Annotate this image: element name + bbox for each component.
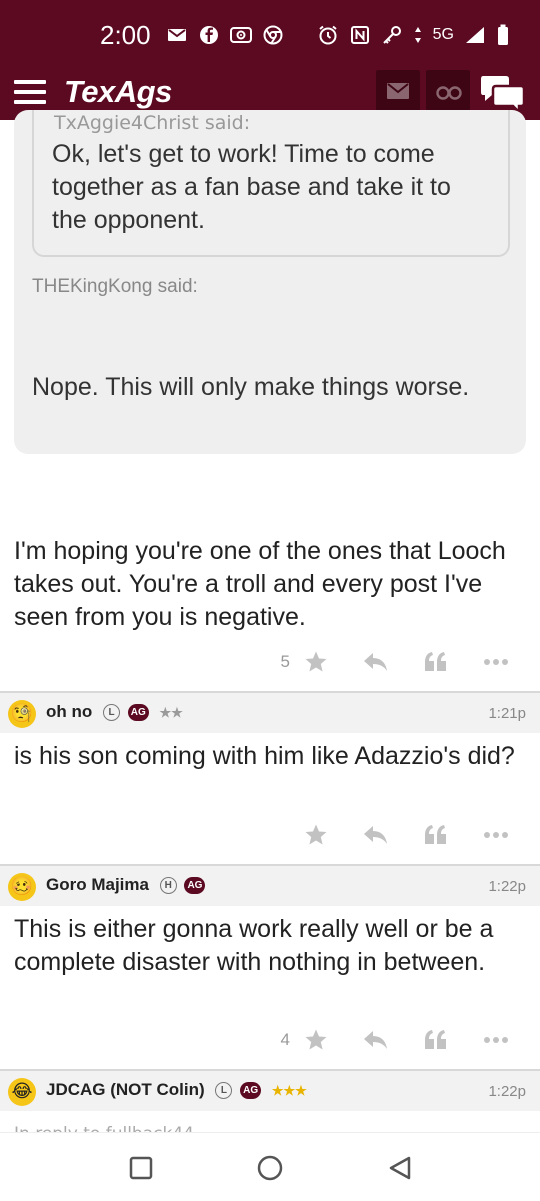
- chat-icon: [481, 76, 526, 116]
- nested-quote-author: TxAggie4Christ said:: [54, 112, 251, 134]
- more-icon[interactable]: [476, 1025, 516, 1055]
- badge-ag: AG: [184, 877, 206, 895]
- reply-icon[interactable]: [356, 1025, 396, 1055]
- username[interactable]: JDCAG (NOT Colin) L AG ★★★: [46, 1080, 307, 1100]
- post-body: is his son coming with him like Adazzio'…: [14, 742, 515, 770]
- post-actions: 5: [281, 647, 516, 677]
- post-header: 😂 JDCAG (NOT Colin) L AG ★★★ 1:22p: [0, 1069, 540, 1111]
- badge-ag: AG: [240, 1082, 262, 1100]
- binoculars-icon: [436, 86, 462, 100]
- post-header: 🧐 oh no L AG ★★ 1:21p: [0, 691, 540, 733]
- avatar[interactable]: 🧐: [8, 700, 36, 728]
- nested-quote-text: Ok, let's get to work! Time to come toge…: [52, 140, 451, 234]
- battery-icon: [496, 24, 510, 46]
- status-time: 2:00: [100, 20, 151, 50]
- watch-button[interactable]: [426, 70, 470, 114]
- quote-icon[interactable]: [416, 1025, 456, 1055]
- post-actions: [290, 820, 516, 850]
- radio-icon: [230, 24, 252, 46]
- chat-button[interactable]: [480, 72, 526, 116]
- badge-letter: H: [159, 877, 177, 895]
- post-header: 🥴 Goro Majima H AG 1:22p: [0, 864, 540, 906]
- home-circle-icon[interactable]: [253, 1151, 287, 1185]
- star-icon[interactable]: [296, 820, 336, 850]
- like-count: 5: [280, 652, 290, 671]
- post-actions: 4: [281, 1025, 516, 1055]
- quote-icon[interactable]: [416, 820, 456, 850]
- star-icon[interactable]: [296, 1025, 336, 1055]
- post-body: I'm hoping you're one of the ones that L…: [14, 537, 506, 631]
- status-bar: 2:00 5G: [0, 0, 540, 66]
- mail-icon: [387, 83, 409, 99]
- avatar[interactable]: 😂: [8, 1078, 36, 1106]
- network-type: 5G: [432, 26, 454, 43]
- rank-stars: ★★★: [271, 1082, 307, 1098]
- key-icon: [381, 24, 403, 46]
- star-icon[interactable]: [296, 647, 336, 677]
- badge-letter: L: [215, 1082, 233, 1100]
- quote-author[interactable]: THEKingKong said:: [32, 276, 198, 298]
- like-count: 4: [280, 1030, 290, 1049]
- signal-icon: [464, 24, 486, 46]
- system-nav-bar: [0, 1132, 540, 1201]
- data-arrows-icon: [413, 24, 423, 46]
- username-text[interactable]: oh no: [46, 702, 92, 721]
- recents-square-icon[interactable]: [124, 1151, 158, 1185]
- rank-stars: ★★: [159, 704, 183, 720]
- username[interactable]: Goro Majima H AG: [46, 875, 206, 895]
- avatar[interactable]: 🥴: [8, 873, 36, 901]
- nfc-icon: [349, 24, 371, 46]
- messages-button[interactable]: [376, 70, 420, 114]
- back-triangle-icon[interactable]: [383, 1151, 417, 1185]
- mail-icon: [166, 24, 188, 46]
- reply-icon[interactable]: [356, 820, 396, 850]
- more-icon[interactable]: [476, 820, 516, 850]
- menu-icon[interactable]: [14, 78, 48, 106]
- badge-ag: AG: [127, 704, 149, 722]
- alarm-icon: [317, 24, 339, 46]
- badge-letter: L: [103, 704, 120, 722]
- reply-icon[interactable]: [356, 647, 396, 677]
- post-time[interactable]: 1:22p: [488, 1083, 526, 1100]
- username-text[interactable]: JDCAG (NOT Colin): [46, 1080, 205, 1099]
- chrome-icon: [262, 24, 284, 46]
- quote-text: Nope. This will only make things worse.: [32, 373, 470, 401]
- texags-logo[interactable]: TexAgs: [64, 74, 172, 110]
- post-time[interactable]: 1:21p: [488, 705, 526, 722]
- username[interactable]: oh no L AG ★★: [46, 702, 183, 722]
- more-icon[interactable]: [476, 647, 516, 677]
- post-time[interactable]: 1:22p: [488, 878, 526, 895]
- facebook-icon: [198, 24, 220, 46]
- username-text[interactable]: Goro Majima: [46, 875, 149, 894]
- post-body: This is either gonna work really well or…: [14, 915, 494, 976]
- quote-icon[interactable]: [416, 647, 456, 677]
